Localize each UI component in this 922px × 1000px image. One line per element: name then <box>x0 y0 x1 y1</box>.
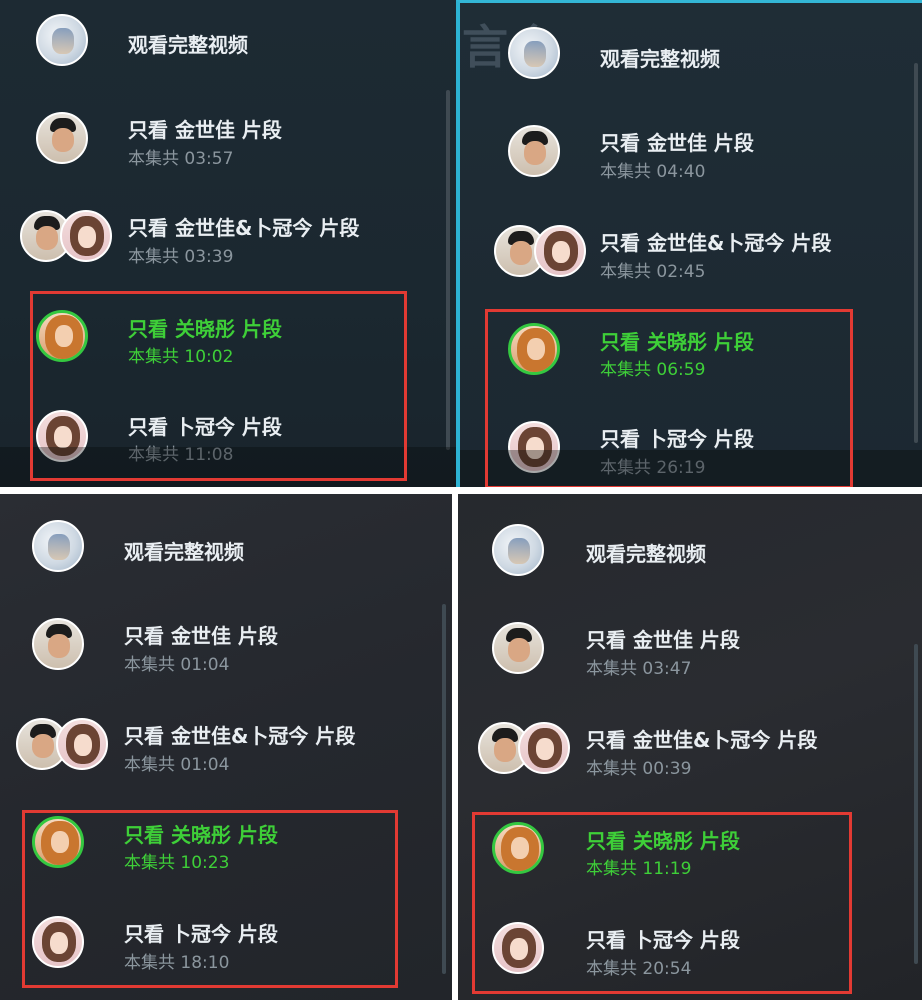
woman2-avatar <box>60 210 112 262</box>
man-avatar <box>32 618 84 670</box>
clip-panel-bottom-right: 观看完整视频 只看 金世佳 片段 本集共 03:47 只看 金世佳&卜冠今 片段… <box>458 494 922 1000</box>
man-avatar <box>492 622 544 674</box>
full-video-label: 观看完整视频 <box>128 33 248 57</box>
full-video-row[interactable]: 观看完整视频 <box>0 0 440 84</box>
clip-duration: 本集共 03:39 <box>128 247 234 267</box>
clip-item[interactable]: 只看 金世佳 片段 本集共 01:04 <box>0 606 436 686</box>
clip-duration: 本集共 03:47 <box>586 659 692 679</box>
clip-panel-top-right: 言令 观看完整视频 只看 金世佳 片段 本集共 04:40 只看 金世佳&卜冠今… <box>456 0 922 490</box>
clip-item[interactable]: 只看 金世佳 片段 本集共 04:40 <box>460 113 910 193</box>
clip-title: 只看 金世佳 片段 <box>586 628 740 652</box>
scrollbar[interactable] <box>446 90 450 450</box>
full-video-avatar <box>508 27 560 79</box>
clip-item[interactable]: 只看 金世佳 片段 本集共 03:47 <box>458 610 906 690</box>
clip-title: 只看 金世佳&卜冠今 片段 <box>124 724 356 748</box>
clip-item[interactable]: 只看 金世佳&卜冠今 片段 本集共 02:45 <box>460 213 910 293</box>
full-video-row[interactable]: 观看完整视频 <box>458 494 906 584</box>
clip-title: 只看 金世佳&卜冠今 片段 <box>600 231 832 255</box>
highlight-box <box>485 309 853 489</box>
highlight-box <box>472 812 852 994</box>
scrollbar[interactable] <box>914 63 918 443</box>
woman2-avatar <box>534 225 586 277</box>
clip-title: 只看 金世佳 片段 <box>128 118 282 142</box>
clip-duration: 本集共 03:57 <box>128 149 234 169</box>
full-video-label: 观看完整视频 <box>124 540 244 564</box>
quadrant-divider-horizontal <box>0 487 922 494</box>
clip-title: 只看 金世佳&卜冠今 片段 <box>586 728 818 752</box>
clip-duration: 本集共 00:39 <box>586 759 692 779</box>
clip-duration: 本集共 01:04 <box>124 755 230 775</box>
clip-duration: 本集共 01:04 <box>124 655 230 675</box>
highlight-box <box>30 291 407 481</box>
man-avatar <box>36 112 88 164</box>
clip-panel-bottom-left: 观看完整视频 只看 金世佳 片段 本集共 01:04 只看 金世佳&卜冠今 片段… <box>0 494 452 1000</box>
clip-item[interactable]: 只看 金世佳&卜冠今 片段 本集共 03:39 <box>0 198 440 278</box>
clip-duration: 本集共 02:45 <box>600 262 706 282</box>
scrollbar[interactable] <box>442 604 446 974</box>
full-video-avatar <box>36 14 88 66</box>
clip-title: 只看 金世佳 片段 <box>124 624 278 648</box>
quadrant-divider-vertical <box>452 494 458 1000</box>
clip-item[interactable]: 只看 金世佳&卜冠今 片段 本集共 01:04 <box>0 706 436 786</box>
scrollbar[interactable] <box>914 644 918 964</box>
woman2-avatar <box>56 718 108 770</box>
man-avatar <box>508 125 560 177</box>
clip-item[interactable]: 只看 金世佳&卜冠今 片段 本集共 00:39 <box>458 710 906 790</box>
full-video-row[interactable]: 观看完整视频 <box>460 3 910 93</box>
clip-title: 只看 金世佳&卜冠今 片段 <box>128 216 360 240</box>
woman2-avatar <box>518 722 570 774</box>
clip-duration: 本集共 04:40 <box>600 162 706 182</box>
clip-item[interactable]: 只看 金世佳 片段 本集共 03:57 <box>0 100 440 180</box>
clip-title: 只看 金世佳 片段 <box>600 131 754 155</box>
full-video-avatar <box>32 520 84 572</box>
full-video-label: 观看完整视频 <box>586 542 706 566</box>
full-video-row[interactable]: 观看完整视频 <box>0 494 436 584</box>
highlight-box <box>22 810 398 988</box>
clip-panel-top-left: 观看完整视频 只看 金世佳 片段 本集共 03:57 只看 金世佳&卜冠今 片段… <box>0 0 456 487</box>
full-video-label: 观看完整视频 <box>600 47 720 71</box>
full-video-avatar <box>492 524 544 576</box>
